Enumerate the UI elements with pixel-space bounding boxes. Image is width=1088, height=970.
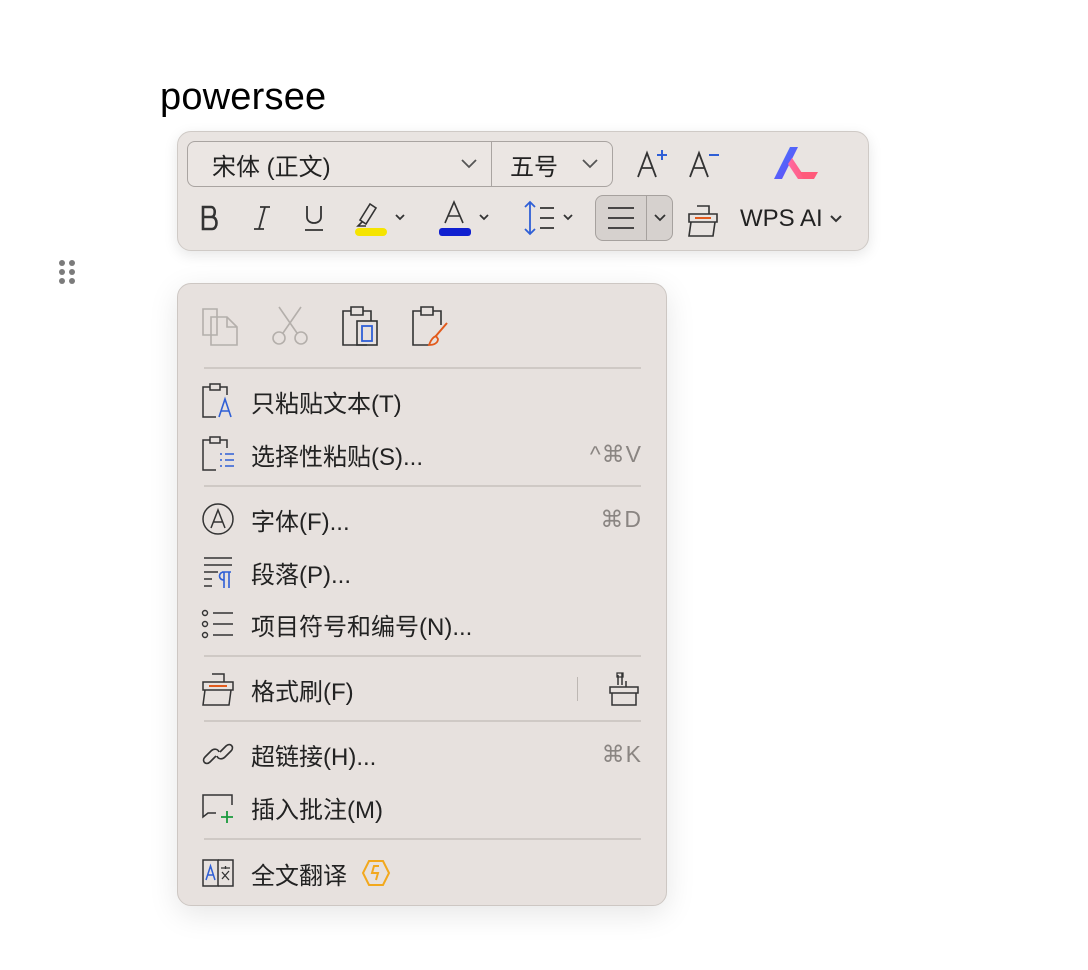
menu-item-shortcut: ⌘D xyxy=(600,505,642,532)
highlight-color-button[interactable] xyxy=(352,198,412,238)
menu-item-label: 段落(P)... xyxy=(251,561,351,589)
menu-item-paste-special[interactable]: 选择性粘贴(S)... ^⌘V xyxy=(198,432,644,476)
paste-keep-format-icon[interactable] xyxy=(338,304,382,348)
menu-item-format-painter[interactable]: 格式刷(F) xyxy=(198,667,644,711)
menu-separator xyxy=(204,655,641,657)
menu-item-label: 选择性粘贴(S)... xyxy=(251,443,423,471)
premium-badge-icon xyxy=(361,858,391,888)
italic-icon[interactable] xyxy=(248,200,276,236)
font-name-value: 宋体 (正文) xyxy=(212,153,331,181)
font-circle-icon xyxy=(198,499,238,539)
document-text: powersee xyxy=(160,76,327,118)
wps-ai-button[interactable]: WPS AI xyxy=(740,202,843,236)
drag-handle-icon[interactable] xyxy=(59,260,79,290)
menu-separator xyxy=(204,720,641,722)
menu-item-label: 字体(F)... xyxy=(251,508,350,536)
menu-item-label: 项目符号和编号(N)... xyxy=(251,613,473,641)
menu-item-label: 超链接(H)... xyxy=(251,743,377,771)
menu-item-label: 插入批注(M) xyxy=(251,796,383,824)
menu-item-label: 格式刷(F) xyxy=(251,678,354,706)
menu-item-insert-comment[interactable]: 插入批注(M) xyxy=(198,785,644,829)
font-size-select[interactable]: 五号 xyxy=(492,142,612,186)
paragraph-icon xyxy=(198,552,238,592)
copy-icon[interactable] xyxy=(198,304,242,348)
format-painter-icon[interactable] xyxy=(683,200,723,240)
font-increase-icon[interactable] xyxy=(634,146,670,182)
translate-icon xyxy=(198,853,238,893)
format-painter-lock-icon[interactable] xyxy=(606,671,642,712)
font-name-select[interactable]: 宋体 (正文) xyxy=(188,142,492,186)
align-icon[interactable] xyxy=(596,196,647,240)
menu-item-paste-text-only[interactable]: 只粘贴文本(T) xyxy=(198,379,644,423)
menu-item-label: 全文翻译 xyxy=(251,862,347,890)
paste-merge-format-icon[interactable] xyxy=(408,304,452,348)
chevron-down-icon xyxy=(582,159,598,169)
bold-icon[interactable] xyxy=(196,200,224,236)
paragraph-align-button[interactable] xyxy=(595,195,673,241)
menu-divider xyxy=(577,677,578,701)
link-icon xyxy=(198,734,238,774)
format-painter-icon xyxy=(198,669,238,709)
comment-add-icon xyxy=(198,787,238,827)
menu-item-shortcut: ^⌘V xyxy=(589,440,642,467)
font-size-value: 五号 xyxy=(510,153,558,181)
menu-item-label: 只粘贴文本(T) xyxy=(251,390,402,418)
floating-format-toolbar: 宋体 (正文) 五号 WPS AI xyxy=(177,131,869,251)
underline-icon[interactable] xyxy=(300,200,328,236)
chevron-down-icon xyxy=(829,215,842,223)
paste-special-icon xyxy=(198,434,238,474)
menu-separator xyxy=(204,838,641,840)
menu-separator xyxy=(204,485,641,487)
menu-item-font[interactable]: 字体(F)... ⌘D xyxy=(198,497,644,541)
menu-separator xyxy=(204,367,641,369)
cut-icon[interactable] xyxy=(268,304,312,348)
chevron-down-icon xyxy=(461,159,477,169)
font-decrease-icon[interactable] xyxy=(686,146,722,182)
paste-text-icon xyxy=(198,381,238,421)
menu-item-shortcut: ⌘K xyxy=(601,740,642,767)
line-spacing-button[interactable] xyxy=(520,198,578,238)
font-combo: 宋体 (正文) 五号 xyxy=(187,141,613,187)
wps-logo-icon[interactable] xyxy=(770,144,822,184)
chevron-down-icon[interactable] xyxy=(647,196,672,240)
wps-ai-label: WPS AI xyxy=(740,205,823,232)
menu-item-translate[interactable]: 全文翻译 xyxy=(198,851,644,895)
menu-item-bullets-numbering[interactable]: 项目符号和编号(N)... xyxy=(198,602,644,646)
clipboard-actions xyxy=(198,304,452,348)
font-color-button[interactable] xyxy=(436,198,496,238)
context-menu: 只粘贴文本(T) 选择性粘贴(S)... ^⌘V 字体(F)... ⌘D 段落(… xyxy=(177,283,667,906)
menu-item-hyperlink[interactable]: 超链接(H)... ⌘K xyxy=(198,732,644,776)
bullet-list-icon xyxy=(198,604,238,644)
menu-item-paragraph[interactable]: 段落(P)... xyxy=(198,550,644,594)
